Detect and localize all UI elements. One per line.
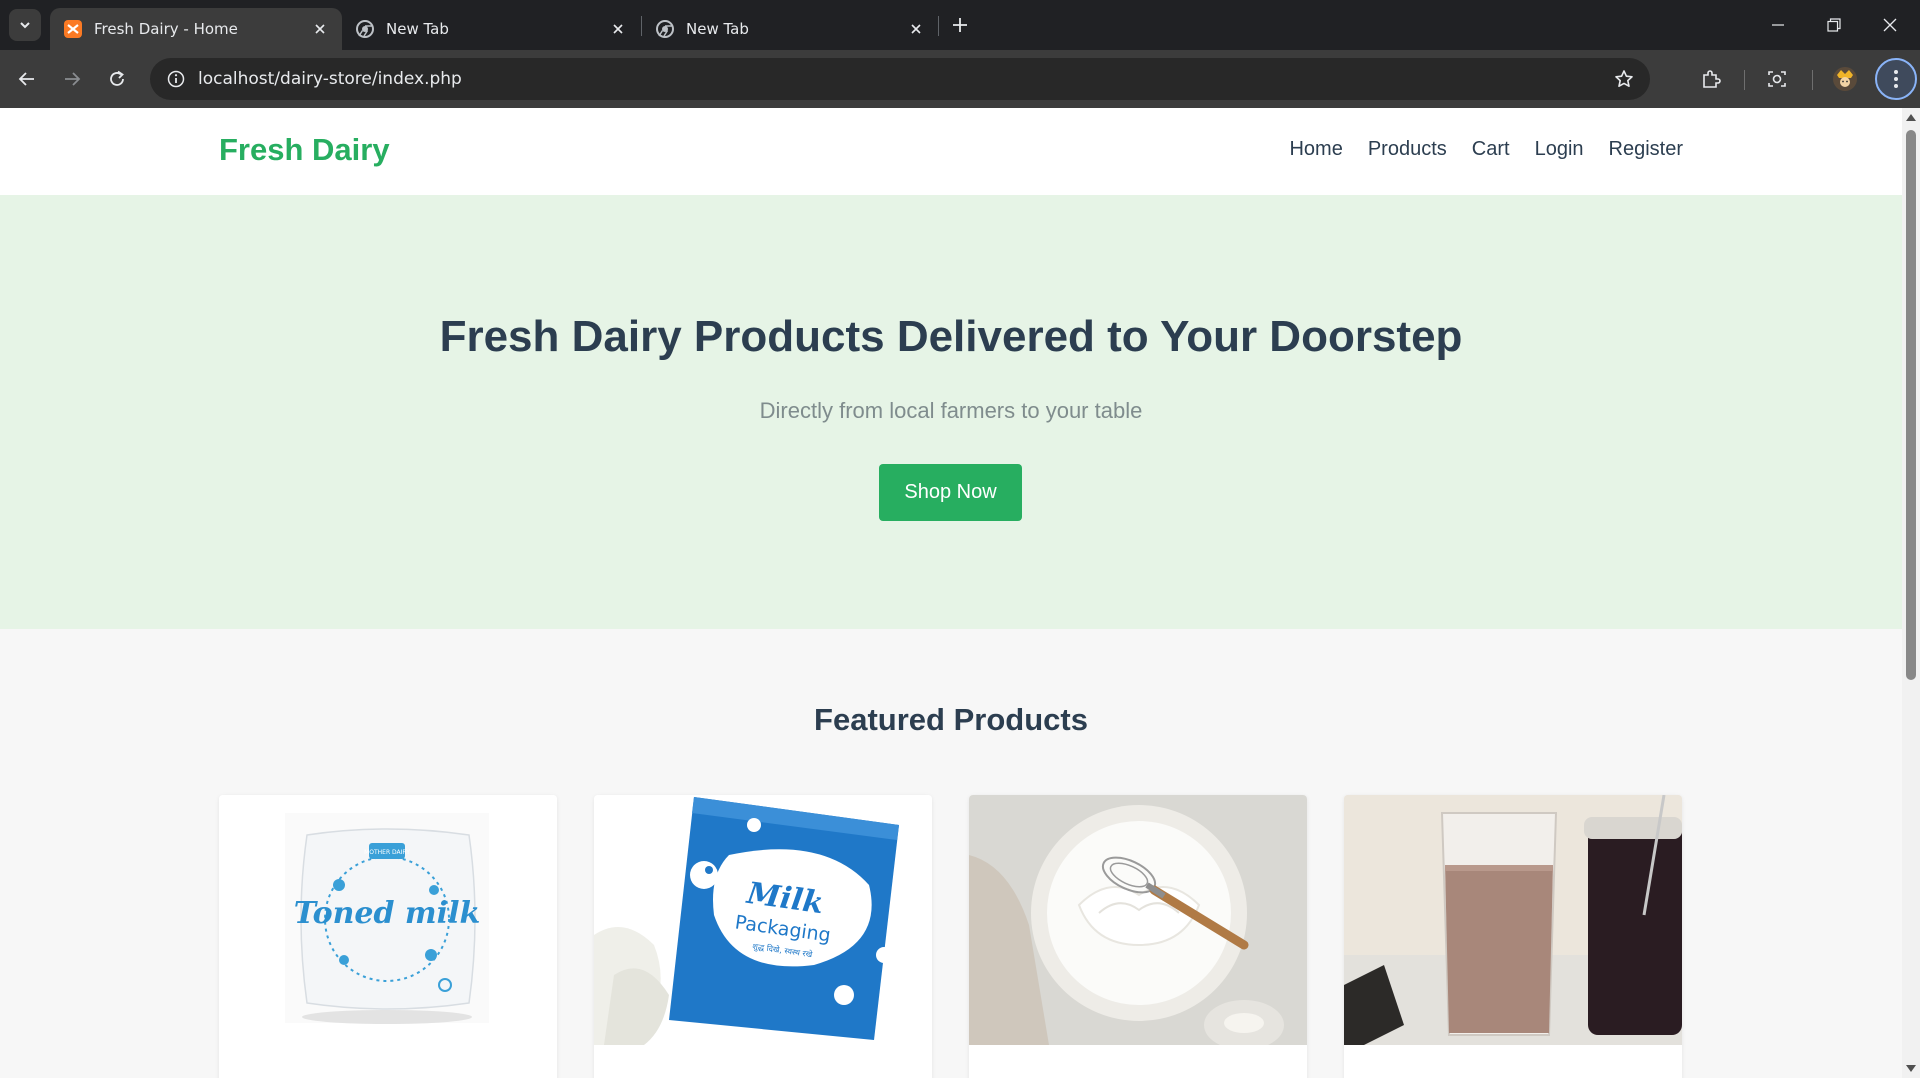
plus-icon [953,18,967,32]
hero-title: Fresh Dairy Products Delivered to Your D… [439,312,1463,361]
product-image-whipped-cream[interactable] [969,795,1307,1045]
pouch-label: Toned milk [294,896,481,931]
close-window-button[interactable] [1862,0,1918,50]
chrome-icon [356,20,374,38]
tab-title: New Tab [386,20,449,38]
product-image-milk-packaging[interactable]: Milk Packaging शुद्ध दिखे, स्वस्थ रखे [594,795,932,1045]
close-tab-icon[interactable] [608,19,628,39]
more-vertical-icon [1894,70,1898,88]
minimize-button[interactable] [1750,0,1806,50]
tab-title: Fresh Dairy - Home [94,20,238,38]
browser-tab-strip: Fresh Dairy - Home New Tab New Tab [0,0,1920,50]
product-card[interactable] [969,795,1307,1078]
extensions-button[interactable] [1694,62,1728,96]
restore-button[interactable] [1806,0,1862,50]
product-card[interactable] [1344,795,1682,1078]
scroll-up-arrow-icon[interactable] [1906,114,1916,121]
nav-register-link[interactable]: Register [1609,138,1683,161]
avatar-icon [1833,67,1857,91]
nav-products-link[interactable]: Products [1368,138,1447,161]
tab-title: New Tab [686,20,749,38]
arrow-left-icon [18,72,34,86]
bookmark-star-icon[interactable] [1604,69,1644,89]
close-tab-icon[interactable] [906,19,926,39]
close-icon [1883,18,1897,32]
toolbar-separator [1812,70,1813,90]
reload-button[interactable] [100,62,134,96]
page-viewport: Fresh Dairy Home Products Cart Login Reg… [0,108,1902,1078]
tab-separator [938,16,939,36]
tab-new-tab-1[interactable]: New Tab [342,8,640,50]
hero-section: Fresh Dairy Products Delivered to Your D… [0,195,1902,629]
arrow-right-icon [65,72,81,86]
tab-fresh-dairy[interactable]: Fresh Dairy - Home [50,8,342,50]
hero-subtitle: Directly from local farmers to your tabl… [759,398,1143,423]
product-card[interactable]: MOTHER DAIRY Toned milk [219,795,557,1078]
main-nav: Home Products Cart Login Register [1289,138,1683,161]
minimize-icon [1772,24,1784,26]
chrome-icon [656,20,674,38]
product-image-toned-milk[interactable]: MOTHER DAIRY Toned milk [219,795,557,1045]
chevron-down-icon [20,22,30,29]
profile-avatar[interactable] [1828,62,1862,96]
forward-button[interactable] [55,62,89,96]
new-tab-button[interactable] [946,11,974,39]
product-card[interactable]: Milk Packaging शुद्ध दिखे, स्वस्थ रखे [594,795,932,1078]
puzzle-icon [1703,70,1721,88]
page-scrollbar[interactable] [1902,108,1920,1078]
browser-toolbar: localhost/dairy-store/index.php [0,50,1920,108]
camera-capture-icon [1768,71,1786,87]
site-logo[interactable]: Fresh Dairy [219,132,390,168]
shop-now-button[interactable]: Shop Now [879,464,1022,521]
xampp-favicon-icon [64,20,82,38]
nav-home-link[interactable]: Home [1289,138,1342,161]
nav-cart-link[interactable]: Cart [1472,138,1510,161]
browser-menu-button[interactable] [1875,58,1917,100]
featured-products-heading: Featured Products [814,702,1088,737]
back-button[interactable] [10,62,44,96]
product-image-chocolate-milk[interactable] [1344,795,1682,1045]
scrollbar-thumb[interactable] [1906,130,1916,680]
site-info-icon[interactable] [154,70,198,88]
screenshot-button[interactable] [1760,62,1794,96]
tab-search-button[interactable] [9,9,41,41]
toolbar-separator [1744,70,1745,90]
reload-icon [110,70,124,86]
address-bar[interactable]: localhost/dairy-store/index.php [150,58,1650,100]
site-header: Fresh Dairy Home Products Cart Login Reg… [0,108,1902,195]
close-tab-icon[interactable] [310,19,330,39]
restore-icon [1827,18,1841,32]
scroll-down-arrow-icon[interactable] [1906,1065,1916,1072]
url-text[interactable]: localhost/dairy-store/index.php [198,69,1604,89]
nav-login-link[interactable]: Login [1535,138,1584,161]
pouch-brand: MOTHER DAIRY [364,849,410,856]
tab-new-tab-2[interactable]: New Tab [642,8,938,50]
